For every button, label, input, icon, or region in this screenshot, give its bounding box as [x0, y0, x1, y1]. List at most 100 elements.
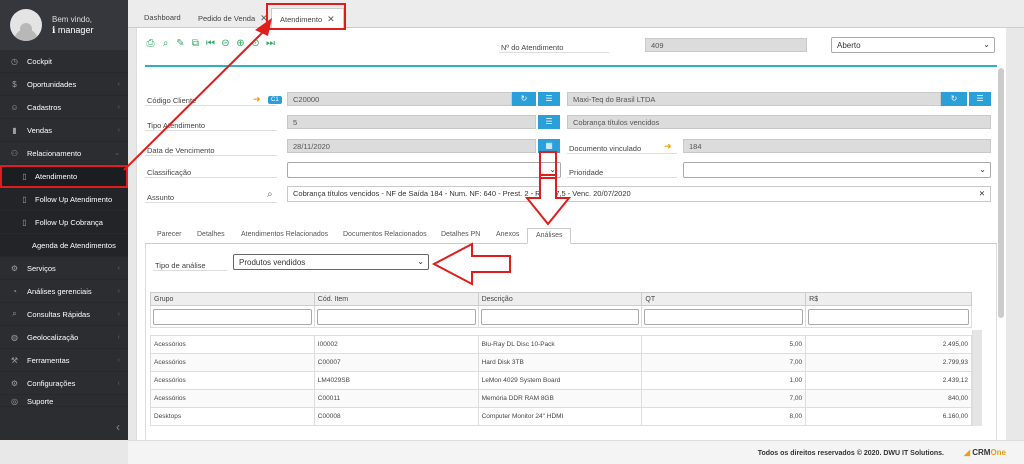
- tab-detalhes[interactable]: Detalhes: [197, 231, 225, 238]
- filter-cell: [641, 305, 807, 328]
- spacer-cell: [151, 328, 972, 336]
- menu-item-follow-up-atendimento[interactable]: ▯ Follow Up Atendimento: [0, 188, 128, 211]
- menu-label: Atendimento: [35, 171, 78, 181]
- last-record-icon[interactable]: ⏭: [265, 38, 276, 49]
- pie-icon: ◔: [12, 286, 17, 296]
- filter-descricao-input[interactable]: [480, 308, 640, 325]
- first-record-icon[interactable]: ⏮: [205, 38, 216, 49]
- cliente-code-field[interactable]: C20000: [287, 92, 512, 106]
- menu-item-vendas[interactable]: ▮ Vendas ‹: [0, 119, 128, 142]
- cell-valor: 2.799,93: [805, 353, 972, 372]
- tab-atendimentos-relacionados[interactable]: Atendimentos Relacionados: [241, 231, 328, 238]
- vencimento-field[interactable]: 28/11/2020: [287, 139, 536, 153]
- avatar[interactable]: [10, 9, 42, 41]
- menu-item-analises[interactable]: ◔ Análises gerenciais ‹: [0, 280, 128, 303]
- crmone-logo: ◢ CRMOne: [964, 448, 1006, 457]
- table-row[interactable]: Acessórios C00011 Memória DDR RAM 8GB 7,…: [150, 389, 972, 408]
- menu-item-geolocalizacao[interactable]: ◍ Geolocalização ‹: [0, 326, 128, 349]
- tab-dashboard[interactable]: Dashboard: [136, 8, 189, 28]
- cell-valor: 840,00: [805, 389, 972, 408]
- menu-item-follow-up-cobranca[interactable]: ▯ Follow Up Cobrança: [0, 211, 128, 234]
- next-record-icon[interactable]: ⊙: [250, 38, 261, 49]
- grid-scrollbar[interactable]: [972, 330, 982, 440]
- filter-valor-input[interactable]: [808, 308, 969, 325]
- filter-cod-item-input[interactable]: [316, 308, 476, 325]
- dashboard-icon: ◷: [11, 56, 18, 66]
- add-icon[interactable]: ⊕: [235, 38, 246, 49]
- tab-analises[interactable]: Análises: [527, 228, 572, 244]
- cell-grupo: Acessórios: [150, 335, 315, 354]
- menu-item-configuracoes[interactable]: ⚙ Configurações ‹: [0, 372, 128, 395]
- user-name: ℹ manager: [52, 25, 94, 35]
- refresh-cliente-button[interactable]: ↻: [512, 92, 536, 106]
- menu-item-agenda[interactable]: Agenda de Atendimentos: [0, 234, 128, 257]
- tab-pedido-venda[interactable]: Pedido de Venda ✕: [190, 8, 276, 28]
- previous-record-icon[interactable]: ⊖: [220, 38, 231, 49]
- classificacao-label-underline: [145, 177, 277, 178]
- refresh-name-button[interactable]: ↻: [941, 92, 967, 106]
- menu-item-suporte[interactable]: ◎ Suporte: [0, 395, 128, 407]
- menu-item-servicos[interactable]: ⚙ Serviços ‹: [0, 257, 128, 280]
- cog-icon: ⚙: [10, 378, 19, 388]
- menu-item-cockpit[interactable]: ◷ Cockpit: [0, 50, 128, 73]
- tab-anexos[interactable]: Anexos: [496, 231, 519, 238]
- menu-item-atendimento[interactable]: ▯ Atendimento: [0, 165, 128, 188]
- cell-cod-item: C00007: [313, 353, 479, 372]
- menu-item-oportunidades[interactable]: $ Oportunidades ‹: [0, 73, 128, 96]
- col-qt[interactable]: QT: [641, 292, 807, 306]
- prioridade-select[interactable]: ⌄: [683, 162, 991, 178]
- sidebar-menu: ◷ Cockpit $ Oportunidades ‹ ☺ Cadastros ‹ ▮ Ve…: [0, 50, 128, 407]
- col-grupo[interactable]: Grupo: [150, 292, 315, 306]
- tipo-analise-select[interactable]: Produtos vendidos ⌄: [233, 254, 429, 270]
- col-cod-item[interactable]: Cód. Item: [313, 292, 479, 306]
- menu-item-consultas[interactable]: ⌕ Consultas Rápidas ‹: [0, 303, 128, 326]
- tipo-label-underline: [145, 130, 277, 131]
- filter-grupo-input[interactable]: [153, 308, 312, 325]
- col-descricao[interactable]: Descrição: [477, 292, 643, 306]
- cell-descricao: Hard Disk 3TB: [477, 353, 643, 372]
- menu-item-ferramentas[interactable]: ⚒ Ferramentas ‹: [0, 349, 128, 372]
- documento-field: 184: [683, 139, 991, 153]
- filter-cell: [150, 305, 315, 328]
- tab-parecer[interactable]: Parecer: [157, 231, 182, 238]
- status-select[interactable]: Aberto ⌄: [831, 37, 995, 53]
- col-valor[interactable]: R$: [805, 292, 972, 306]
- table-row[interactable]: Acessórios I00002 Blu-Ray DL Disc 10-Pac…: [150, 335, 972, 354]
- list-name-button[interactable]: ☰: [969, 92, 991, 106]
- tab-documentos-relacionados[interactable]: Documentos Relacionados: [343, 231, 427, 238]
- cliente-badge: C1: [268, 96, 282, 104]
- assunto-label: Assunto: [147, 193, 175, 202]
- filter-cell: [477, 305, 643, 328]
- filter-qt-input[interactable]: [644, 308, 804, 325]
- table-row[interactable]: Desktops C00008 Computer Monitor 24" HDM…: [150, 407, 972, 426]
- list-tipo-button[interactable]: ☰: [538, 115, 560, 129]
- assunto-field[interactable]: Cobrança títulos vencidos - NF de Saída …: [287, 186, 991, 202]
- chevron-down-icon: ⌄: [417, 257, 424, 266]
- header-divider: [145, 65, 997, 67]
- cell-cod-item: I00002: [313, 335, 479, 354]
- list-cliente-button[interactable]: ☰: [538, 92, 560, 106]
- cell-cod-item: C00011: [313, 389, 479, 408]
- search-icon[interactable]: ⌕: [267, 189, 273, 200]
- print-icon[interactable]: ⎙: [145, 38, 156, 49]
- tipo-code-field[interactable]: 5: [287, 115, 536, 129]
- annotation-tab-highlight: [266, 3, 346, 30]
- menu-item-cadastros[interactable]: ☺ Cadastros ‹: [0, 96, 128, 119]
- prioridade-label: Prioridade: [569, 168, 604, 177]
- assunto-label-underline: [145, 202, 277, 203]
- clear-icon[interactable]: ✕: [979, 189, 985, 198]
- menu-item-relacionamento[interactable]: ⚇ Relacionamento ⌄: [0, 142, 128, 165]
- edit-icon[interactable]: ✎: [175, 38, 186, 49]
- table-row[interactable]: Acessórios LM4029SB LeMon 4029 System Bo…: [150, 371, 972, 390]
- calendar-button[interactable]: ▦: [538, 139, 560, 153]
- logo-mark-icon: ◢: [963, 448, 970, 457]
- tab-detalhes-pn[interactable]: Detalhes PN: [441, 231, 480, 238]
- cell-grupo: Acessórios: [150, 389, 315, 408]
- collapse-sidebar-button[interactable]: ‹: [0, 415, 128, 440]
- table-row[interactable]: Acessórios C00007 Hard Disk 3TB 7,00 2.7…: [150, 353, 972, 372]
- page-scrollbar[interactable]: [998, 68, 1004, 318]
- menu-label: Configurações: [27, 378, 76, 388]
- classificacao-select[interactable]: ⌄: [287, 162, 561, 178]
- search-icon[interactable]: ⌕: [160, 38, 171, 49]
- copy-icon[interactable]: ⧉: [190, 38, 201, 49]
